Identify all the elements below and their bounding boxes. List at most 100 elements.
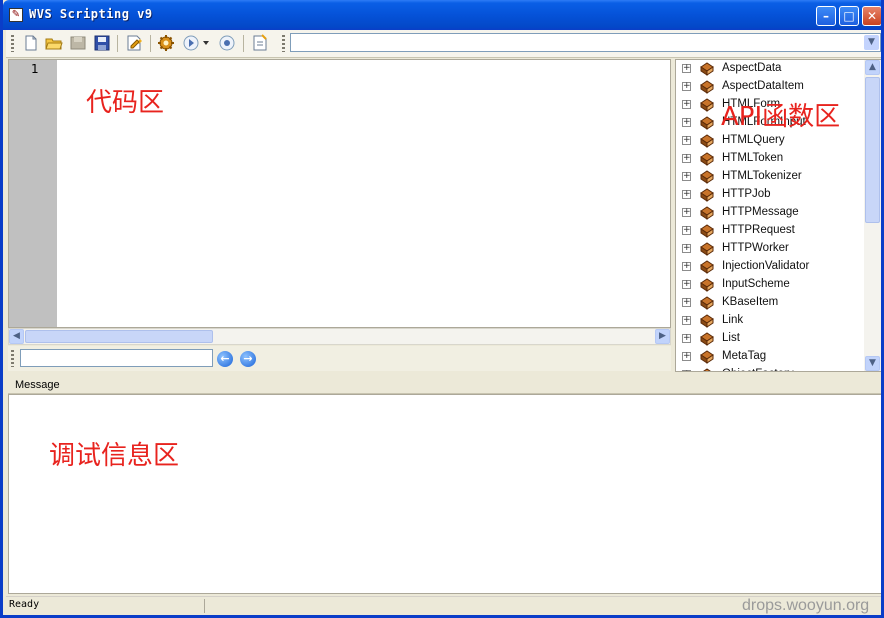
settings-gear-icon[interactable] <box>157 34 175 52</box>
find-next-icon[interactable]: → <box>240 351 256 367</box>
chevron-down-icon[interactable]: ▼ <box>864 35 879 50</box>
tree-item[interactable]: + HTTPMessage <box>676 204 862 222</box>
class-object-icon <box>700 278 714 292</box>
line-number-gutter: 1 <box>9 60 57 327</box>
tree-item[interactable]: + AspectData <box>676 60 862 78</box>
class-object-icon <box>700 62 714 76</box>
run-dropdown-icon[interactable] <box>203 41 209 45</box>
scrollbar-thumb[interactable] <box>865 77 880 223</box>
run-icon[interactable] <box>182 34 200 52</box>
close-button[interactable]: ✕ <box>862 6 881 26</box>
expand-plus-icon[interactable]: + <box>682 262 691 271</box>
scrollbar-thumb[interactable] <box>25 330 213 343</box>
class-object-icon <box>700 188 714 202</box>
tree-item-label: Link <box>722 314 744 326</box>
tree-item[interactable]: + HTMLTokenizer <box>676 168 862 186</box>
api-area-annotation: API函数区 <box>721 102 841 132</box>
status-text: Ready <box>9 599 40 610</box>
expand-plus-icon[interactable]: + <box>682 316 691 325</box>
scroll-right-icon[interactable]: ▶ <box>655 329 670 344</box>
window-title: WVS Scripting v9 <box>29 7 153 21</box>
message-panel-header: Message <box>8 376 881 394</box>
editor-horizontal-scrollbar[interactable]: ◀ ▶ <box>8 328 671 345</box>
tree-item[interactable]: + InputScheme <box>676 276 862 294</box>
class-object-icon <box>700 152 714 166</box>
toolbar-separator <box>150 35 151 52</box>
toolbar-separator <box>243 35 244 52</box>
expand-plus-icon[interactable]: + <box>682 226 691 235</box>
new-file-icon[interactable] <box>22 34 40 52</box>
tree-item-label: InputScheme <box>722 278 790 290</box>
tree-item-label: HTMLQuery <box>722 134 785 146</box>
tree-item[interactable]: + HTTPJob <box>676 186 862 204</box>
tree-item-label: HTMLToken <box>722 152 784 164</box>
tree-item-label: AspectData <box>722 62 782 74</box>
debug-area-annotation: 调试信息区 <box>49 441 180 471</box>
expand-plus-icon[interactable]: + <box>682 298 691 307</box>
tree-item-label: HTTPWorker <box>722 242 789 254</box>
findbar-grip[interactable] <box>11 350 14 367</box>
tree-item[interactable]: + HTMLQuery <box>676 132 862 150</box>
app-window: ✎ WVS Scripting v9 – □ ✕ ▼ 1 代码区 ◀ ▶ ← →… <box>0 0 884 618</box>
tree-item-label: ObjectFactory <box>722 368 794 371</box>
line-number: 1 <box>31 62 39 76</box>
class-object-icon <box>700 206 714 220</box>
toolbar-separator <box>117 35 118 52</box>
properties-icon[interactable] <box>251 34 269 52</box>
toolbar-grip[interactable] <box>11 35 14 52</box>
tree-item[interactable]: + ObjectFactory <box>676 366 862 371</box>
class-object-icon <box>700 80 714 94</box>
find-previous-icon[interactable]: ← <box>217 351 233 367</box>
scroll-up-icon[interactable]: ▲ <box>865 60 880 75</box>
class-object-icon <box>700 224 714 238</box>
expand-plus-icon[interactable]: + <box>682 244 691 253</box>
title-bar: ✎ WVS Scripting v9 – □ ✕ <box>3 0 881 30</box>
message-panel[interactable]: 调试信息区 <box>8 394 881 594</box>
tree-item[interactable]: + HTMLToken <box>676 150 862 168</box>
tree-item[interactable]: + HTTPWorker <box>676 240 862 258</box>
class-object-icon <box>700 98 714 112</box>
tree-item-label: KBaseItem <box>722 296 779 308</box>
tree-item-label: MetaTag <box>722 350 767 362</box>
toolbar-grip[interactable] <box>282 35 285 52</box>
script-selector-combo[interactable]: ▼ <box>290 33 881 52</box>
tree-item[interactable]: + Link <box>676 312 862 330</box>
scroll-down-icon[interactable]: ▼ <box>865 356 880 371</box>
save-icon[interactable] <box>93 34 111 52</box>
tree-item[interactable]: + AspectDataItem <box>676 78 862 96</box>
expand-plus-icon[interactable]: + <box>682 100 691 109</box>
tree-item[interactable]: + MetaTag <box>676 348 862 366</box>
stop-icon[interactable] <box>218 34 236 52</box>
class-object-icon <box>700 332 714 346</box>
expand-plus-icon[interactable]: + <box>682 190 691 199</box>
minimize-button[interactable]: – <box>816 6 836 26</box>
expand-plus-icon[interactable]: + <box>682 136 691 145</box>
expand-plus-icon[interactable]: + <box>682 82 691 91</box>
scroll-left-icon[interactable]: ◀ <box>9 329 24 344</box>
tree-item[interactable]: + HTTPRequest <box>676 222 862 240</box>
expand-plus-icon[interactable]: + <box>682 208 691 217</box>
toolbar: ▼ <box>6 30 881 58</box>
expand-plus-icon[interactable]: + <box>682 64 691 73</box>
tree-item-label: InjectionValidator <box>722 260 810 272</box>
class-object-icon <box>700 134 714 148</box>
search-input[interactable] <box>20 349 213 367</box>
app-icon: ✎ <box>9 8 23 22</box>
expand-plus-icon[interactable]: + <box>682 172 691 181</box>
expand-plus-icon[interactable]: + <box>682 118 691 127</box>
close-file-icon[interactable] <box>69 34 87 52</box>
code-editor[interactable]: 1 代码区 <box>8 59 671 328</box>
expand-plus-icon[interactable]: + <box>682 280 691 289</box>
open-folder-icon[interactable] <box>45 34 63 52</box>
edit-script-icon[interactable] <box>125 34 143 52</box>
api-vertical-scrollbar[interactable]: ▲ ▼ <box>864 60 881 371</box>
maximize-button[interactable]: □ <box>839 6 859 26</box>
tree-item[interactable]: + List <box>676 330 862 348</box>
expand-plus-icon[interactable]: + <box>682 334 691 343</box>
tree-item[interactable]: + KBaseItem <box>676 294 862 312</box>
watermark: drops.wooyun.org <box>742 597 870 614</box>
expand-plus-icon[interactable]: + <box>682 154 691 163</box>
expand-plus-icon[interactable]: + <box>682 370 691 371</box>
tree-item[interactable]: + InjectionValidator <box>676 258 862 276</box>
expand-plus-icon[interactable]: + <box>682 352 691 361</box>
